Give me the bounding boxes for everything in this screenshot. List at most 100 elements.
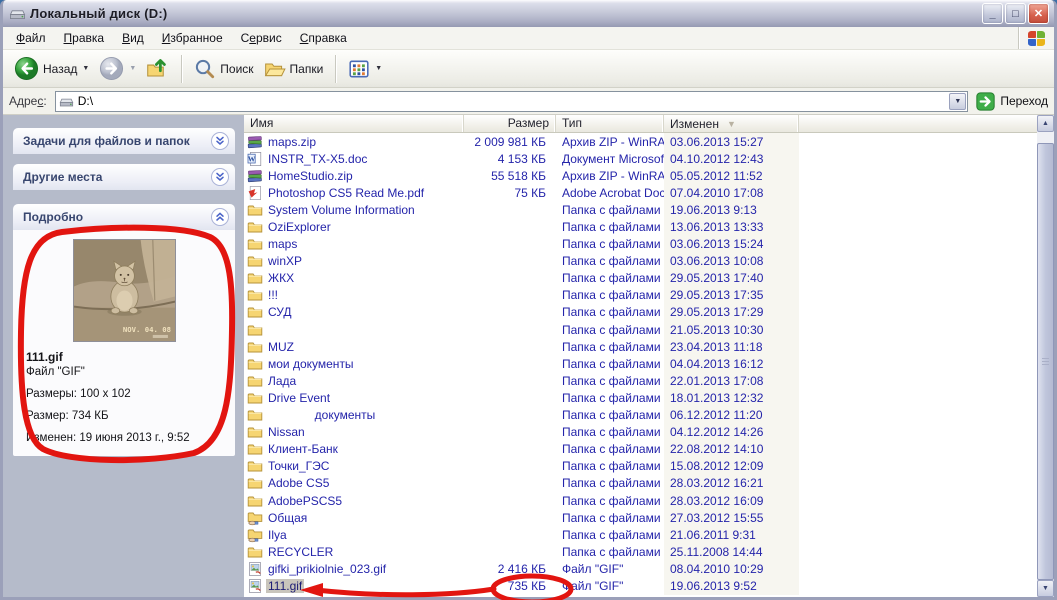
file-name[interactable]: OziExplorer [266, 220, 333, 234]
menu-item[interactable]: Справка [291, 28, 356, 48]
up-button[interactable] [141, 54, 174, 83]
file-name[interactable]: Лада [266, 374, 298, 388]
file-row[interactable]: ЖКХПапка с файлами29.05.2013 17:40 [244, 270, 1037, 287]
file-name[interactable]: maps [266, 237, 299, 251]
file-row[interactable]: NissanПапка с файлами04.12.2012 14:26 [244, 424, 1037, 441]
back-dropdown-caret[interactable]: ▼ [82, 65, 89, 72]
file-row[interactable]: IlyaПапка с файлами21.06.2011 9:31 [244, 526, 1037, 543]
file-row[interactable]: Клиент-БанкПапка с файлами22.08.2012 14:… [244, 441, 1037, 458]
menu-item[interactable]: Сервис [232, 28, 291, 48]
file-row[interactable]: System Volume InformationПапка с файлами… [244, 201, 1037, 218]
file-name[interactable]: 111.gif [266, 579, 304, 593]
file-name[interactable]: Photoshop CS5 Read Me.pdf [266, 186, 426, 200]
column-header-type[interactable]: Тип [556, 115, 664, 132]
file-name[interactable]: мои документы [266, 357, 356, 371]
file-name[interactable]: RECYCLER [266, 545, 335, 559]
file-name[interactable]: документы [266, 408, 377, 422]
menu-item[interactable]: Избранное [153, 28, 232, 48]
file-row[interactable]: RECYCLERПапка с файлами25.11.2008 14:44 [244, 543, 1037, 560]
file-name[interactable]: winXP [266, 254, 304, 268]
back-button[interactable]: Назад ▼ [9, 53, 94, 84]
file-name[interactable]: Nissan [266, 425, 307, 439]
address-dropdown-button[interactable]: ▼ [949, 93, 966, 110]
forward-arrow-icon [99, 56, 124, 81]
file-name[interactable]: ЖКХ [266, 271, 296, 285]
views-button[interactable]: ▼ [343, 55, 387, 83]
file-row[interactable]: 111.gif735 КБФайл "GIF"19.06.2013 9:52 [244, 577, 1037, 594]
file-row[interactable]: Photoshop CS5 Read Me.pdf75 КБAdobe Acro… [244, 184, 1037, 201]
file-name[interactable]: Общая [266, 511, 309, 525]
file-modified-date: 29.05.2013 17:40 [664, 270, 799, 287]
drive-icon [9, 5, 26, 22]
menu-item[interactable]: Вид [113, 28, 153, 48]
file-row[interactable]: ЛадаПапка с файлами22.01.2013 17:08 [244, 372, 1037, 389]
file-row[interactable]: !!!Папка с файлами29.05.2013 17:35 [244, 287, 1037, 304]
file-row[interactable]: MUZПапка с файлами23.04.2013 11:18 [244, 338, 1037, 355]
file-row[interactable]: maps.zip2 009 981 КБАрхив ZIP - WinRAR03… [244, 133, 1037, 150]
file-row[interactable]: СУДПапка с файлами29.05.2013 17:29 [244, 304, 1037, 321]
minimize-button[interactable]: _ [982, 3, 1003, 24]
file-row[interactable]: AdobePSCS5Папка с файлами28.03.2012 16:0… [244, 492, 1037, 509]
file-name[interactable]: AdobePSCS5 [266, 494, 344, 508]
file-row[interactable]: HomeStudio.zip55 518 КБАрхив ZIP - WinRA… [244, 167, 1037, 184]
file-row[interactable]: OziExplorerПапка с файлами13.06.2013 13:… [244, 218, 1037, 235]
folders-button[interactable]: Папки [259, 55, 329, 83]
chevron-up-icon[interactable] [211, 208, 229, 226]
file-name[interactable]: !!! [266, 288, 280, 302]
windows-logo [1018, 27, 1054, 49]
forward-button[interactable]: ▼ [94, 53, 141, 84]
file-name[interactable]: Клиент-Банк [266, 442, 340, 456]
scroll-track[interactable] [1037, 132, 1054, 143]
file-row[interactable]: ОбщаяПапка с файлами27.03.2012 15:55 [244, 509, 1037, 526]
folder-icon [247, 441, 263, 457]
details-filename: 111.gif [26, 350, 231, 365]
panel-header-file-tasks[interactable]: Задачи для файлов и папок [13, 128, 235, 154]
file-modified-date: 04.04.2013 16:12 [664, 355, 799, 372]
maximize-button[interactable]: □ [1005, 3, 1026, 24]
scroll-down-button[interactable]: ▼ [1037, 580, 1054, 597]
file-row[interactable]: Adobe CS5Папка с файлами28.03.2012 16:21 [244, 475, 1037, 492]
file-row[interactable]: Точки_ГЭСПапка с файлами15.08.2012 12:09 [244, 458, 1037, 475]
go-button[interactable]: Переход [976, 92, 1048, 111]
file-row[interactable]: мои документыПапка с файлами04.04.2013 1… [244, 355, 1037, 372]
file-row[interactable]: Папка с файлами21.05.2013 10:30 [244, 321, 1037, 338]
panel-header-details[interactable]: Подробно [13, 204, 235, 230]
scroll-thumb[interactable] [1037, 143, 1054, 580]
panel-header-other-places[interactable]: Другие места [13, 164, 235, 190]
file-row[interactable]: документыПапка с файлами06.12.2012 11:20 [244, 407, 1037, 424]
file-name[interactable]: Точки_ГЭС [266, 459, 331, 473]
file-name[interactable]: Adobe CS5 [266, 476, 331, 490]
folder-icon [247, 390, 263, 406]
views-dropdown-caret[interactable]: ▼ [375, 65, 382, 72]
file-name[interactable]: maps.zip [266, 135, 318, 149]
list-header: Имя Размер Тип Изменен ▼ [244, 115, 1054, 133]
file-row[interactable]: Drive EventПапка с файлами18.01.2013 12:… [244, 389, 1037, 406]
file-row[interactable]: mapsПапка с файлами03.06.2013 15:24 [244, 236, 1037, 253]
chevron-down-icon[interactable] [211, 132, 229, 150]
file-name-cell: WINSTR_TX-X5.doc [244, 151, 464, 167]
file-name[interactable]: Drive Event [266, 391, 332, 405]
column-header-size[interactable]: Размер [464, 115, 556, 132]
menu-item[interactable]: Файл [7, 28, 55, 48]
search-button[interactable]: Поиск [189, 55, 258, 83]
close-button[interactable]: ✕ [1028, 3, 1049, 24]
scroll-up-button[interactable]: ▲ [1037, 115, 1054, 132]
column-header-name[interactable]: Имя [244, 115, 464, 132]
file-name[interactable]: MUZ [266, 340, 296, 354]
column-header-modified[interactable]: Изменен ▼ [664, 115, 799, 132]
titlebar[interactable]: Локальный диск (D:) _ □ ✕ [3, 0, 1054, 27]
chevron-down-icon[interactable] [211, 168, 229, 186]
file-name[interactable]: INSTR_TX-X5.doc [266, 152, 369, 166]
file-name[interactable]: System Volume Information [266, 203, 417, 217]
file-name[interactable]: HomeStudio.zip [266, 169, 355, 183]
file-row[interactable]: WINSTR_TX-X5.doc4 153 КБДокумент Microso… [244, 150, 1037, 167]
file-name[interactable]: Ilya [266, 528, 289, 542]
file-name[interactable]: gifki_prikiolnie_023.gif [266, 562, 388, 576]
file-name[interactable]: СУД [266, 305, 293, 319]
file-row[interactable]: gifki_prikiolnie_023.gif2 416 КБФайл "GI… [244, 560, 1037, 577]
vertical-scrollbar[interactable]: ▲ ▼ [1037, 115, 1054, 597]
menu-items: ФайлПравкаВидИзбранноеСервисСправка [7, 31, 356, 45]
file-row[interactable]: winXPПапка с файлами03.06.2013 10:08 [244, 253, 1037, 270]
address-input[interactable]: D:\ ▼ [55, 91, 969, 112]
menu-item[interactable]: Правка [55, 28, 114, 48]
